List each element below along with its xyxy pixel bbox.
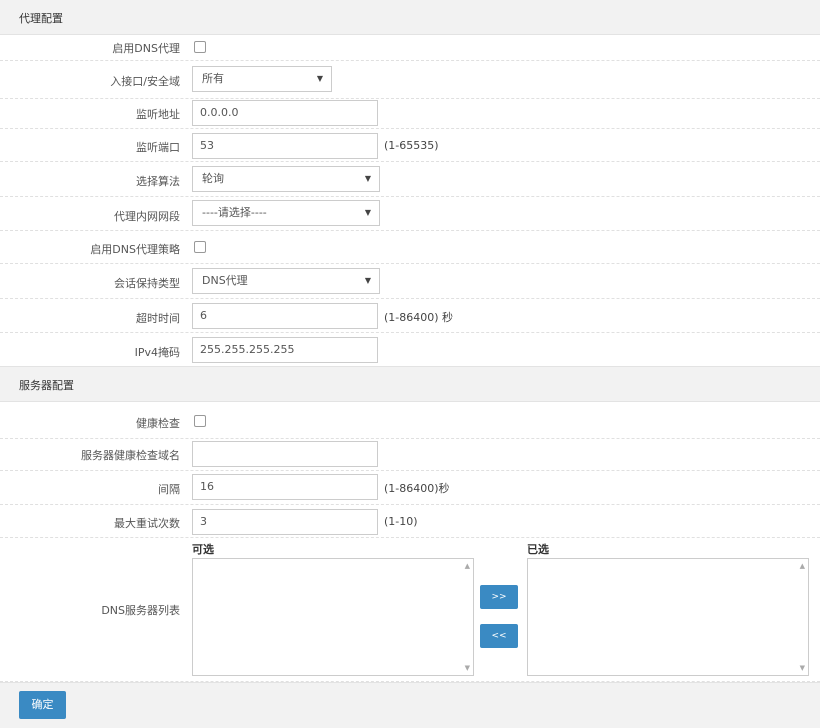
enable-policy-checkbox[interactable] xyxy=(194,241,206,253)
algorithm-select[interactable]: 轮询 ▼ xyxy=(192,166,380,192)
enable-policy-label: 启用DNS代理策略 xyxy=(90,243,180,256)
row-max-retry: 最大重试次数 3 (1-10) xyxy=(0,505,820,538)
row-enable-dns-proxy: 启用DNS代理 xyxy=(0,33,820,61)
ipv4-mask-label: IPv4掩码 xyxy=(134,346,180,359)
ingress-select[interactable]: 所有 ▼ xyxy=(192,66,332,92)
footer-bar xyxy=(0,682,820,728)
session-type-label: 会话保持类型 xyxy=(114,277,180,290)
health-check-label: 健康检查 xyxy=(136,417,180,430)
row-algorithm: 选择算法 轮询 ▼ xyxy=(0,162,820,197)
session-type-value: DNS代理 xyxy=(202,274,248,287)
row-health-domain: 服务器健康检查域名 xyxy=(0,439,820,471)
row-dns-list: DNS服务器列表 可选 ▲ ▼ >> << 已选 ▲ ▼ xyxy=(0,538,820,682)
proxy-intranet-label: 代理内网网段 xyxy=(114,210,180,223)
available-listbox[interactable]: ▲ ▼ xyxy=(192,558,474,676)
listen-addr-input[interactable]: 0.0.0.0 xyxy=(192,100,378,126)
session-type-select[interactable]: DNS代理 ▼ xyxy=(192,268,380,294)
listen-port-hint: (1-65535) xyxy=(384,139,439,152)
row-listen-port: 监听端口 53 (1-65535) xyxy=(0,129,820,162)
scroll-up-icon[interactable]: ▲ xyxy=(465,562,470,570)
server-config-title: 服务器配置 xyxy=(19,379,74,392)
algorithm-label: 选择算法 xyxy=(136,175,180,188)
ipv4-mask-input[interactable]: 255.255.255.255 xyxy=(192,337,378,363)
row-interval: 间隔 16 (1-86400)秒 xyxy=(0,471,820,505)
ingress-value: 所有 xyxy=(202,72,224,85)
health-domain-label: 服务器健康检查域名 xyxy=(81,449,180,462)
health-domain-input[interactable] xyxy=(192,441,378,467)
server-config-header: 服务器配置 xyxy=(0,366,820,402)
row-listen-addr: 监听地址 0.0.0.0 xyxy=(0,98,820,129)
chevron-down-icon: ▼ xyxy=(364,174,371,183)
row-enable-policy: 启用DNS代理策略 xyxy=(0,231,820,264)
max-retry-input[interactable]: 3 xyxy=(192,509,378,535)
timeout-input[interactable]: 6 xyxy=(192,303,378,329)
max-retry-label: 最大重试次数 xyxy=(114,517,180,530)
proxy-intranet-select[interactable]: ----请选择---- ▼ xyxy=(192,200,380,226)
interval-label: 间隔 xyxy=(158,483,180,496)
dns-list-label: DNS服务器列表 xyxy=(101,604,180,617)
listen-port-label: 监听端口 xyxy=(136,141,180,154)
health-check-checkbox[interactable] xyxy=(194,415,206,427)
row-ingress: 入接口/安全域 所有 ▼ xyxy=(0,61,820,99)
algorithm-value: 轮询 xyxy=(202,172,224,185)
available-title: 可选 xyxy=(192,543,214,556)
proxy-config-title: 代理配置 xyxy=(19,12,63,25)
proxy-intranet-value: ----请选择---- xyxy=(202,206,267,219)
chevron-down-icon: ▼ xyxy=(316,74,323,83)
listen-port-input[interactable]: 53 xyxy=(192,133,378,159)
chevron-down-icon: ▼ xyxy=(364,208,371,217)
enable-dns-proxy-checkbox[interactable] xyxy=(194,41,206,53)
confirm-button[interactable]: 确定 xyxy=(19,691,66,719)
selected-listbox[interactable]: ▲ ▼ xyxy=(527,558,809,676)
row-ipv4-mask: IPv4掩码 255.255.255.255 xyxy=(0,333,820,366)
scroll-up-icon[interactable]: ▲ xyxy=(800,562,805,570)
selected-title: 已选 xyxy=(527,543,549,556)
scroll-down-icon[interactable]: ▼ xyxy=(465,664,470,672)
max-retry-hint: (1-10) xyxy=(384,515,418,528)
interval-input[interactable]: 16 xyxy=(192,474,378,500)
row-health-check: 健康检查 xyxy=(0,402,820,439)
enable-dns-proxy-label: 启用DNS代理 xyxy=(112,42,180,55)
proxy-config-header: 代理配置 xyxy=(0,0,820,35)
add-selected-button[interactable]: >> xyxy=(480,585,518,609)
row-timeout: 超时时间 6 (1-86400) 秒 xyxy=(0,299,820,333)
remove-selected-button[interactable]: << xyxy=(480,624,518,648)
interval-hint: (1-86400)秒 xyxy=(384,482,450,495)
row-session-type: 会话保持类型 DNS代理 ▼ xyxy=(0,264,820,299)
timeout-hint: (1-86400) 秒 xyxy=(384,311,454,324)
row-proxy-intranet: 代理内网网段 ----请选择---- ▼ xyxy=(0,197,820,231)
chevron-down-icon: ▼ xyxy=(364,276,371,285)
timeout-label: 超时时间 xyxy=(136,312,180,325)
ingress-label: 入接口/安全域 xyxy=(110,75,180,88)
listen-addr-label: 监听地址 xyxy=(136,108,180,121)
scroll-down-icon[interactable]: ▼ xyxy=(800,664,805,672)
